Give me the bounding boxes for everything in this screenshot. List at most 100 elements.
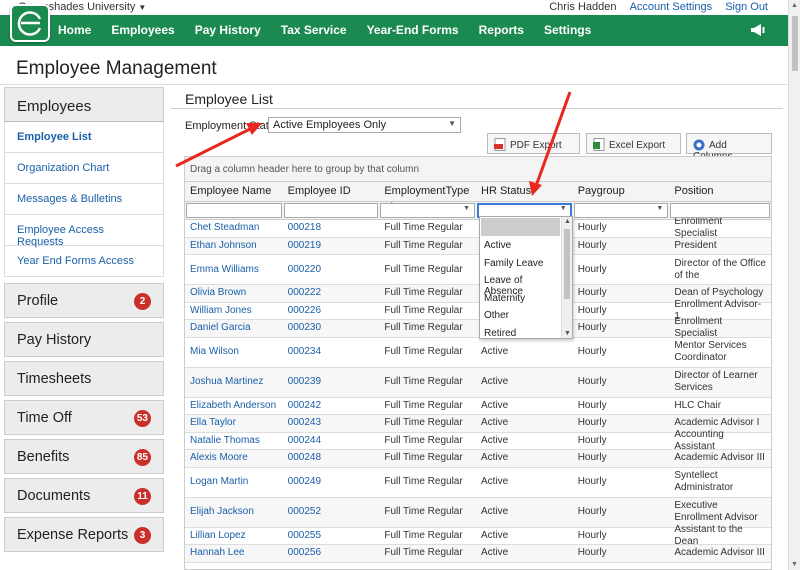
- table-row[interactable]: Daniel Garcia 000230 Full Time Regular Hour…: [185, 316, 771, 339]
- dropdown-scrollbar[interactable]: ▲ ▼: [561, 217, 572, 338]
- page-scrollbar[interactable]: ▲ ▼: [788, 0, 800, 570]
- employee-name-cell[interactable]: Ethan Johnson: [185, 238, 283, 255]
- chevron-down-icon[interactable]: ▼: [560, 205, 567, 212]
- scroll-down-icon[interactable]: ▼: [791, 561, 798, 568]
- megaphone-icon[interactable]: [750, 23, 766, 40]
- sidebar-section-documents[interactable]: Documents 11: [4, 478, 164, 513]
- employee-id-cell[interactable]: 000249: [283, 468, 380, 497]
- scroll-up-icon[interactable]: ▲: [791, 2, 798, 9]
- employee-id-cell[interactable]: 000244: [283, 433, 380, 450]
- nav-item-reports[interactable]: Reports: [479, 15, 524, 46]
- employee-id-cell[interactable]: 000248: [283, 450, 380, 467]
- employee-name-cell[interactable]: Hannah Lee: [185, 545, 283, 562]
- employee-name-cell[interactable]: Alexis Moore: [185, 450, 283, 467]
- nav-item-home[interactable]: Home: [58, 15, 91, 46]
- scrollbar-thumb[interactable]: [792, 16, 798, 71]
- nav-item-year-end-forms[interactable]: Year-End Forms: [367, 15, 459, 46]
- employee-name-cell[interactable]: Olivia Brown: [185, 285, 283, 302]
- table-row[interactable]: Logan Martin 000249 Full Time Regular Activ…: [185, 468, 771, 498]
- dropdown-option-maternity[interactable]: Maternity: [480, 290, 562, 308]
- chevron-down-icon[interactable]: ▼: [463, 205, 470, 212]
- sidebar-item-messages-bulletins[interactable]: Messages & Bulletins: [4, 184, 164, 215]
- table-row[interactable]: Natalie Thomas 000244 Full Time Regular Act…: [185, 429, 771, 452]
- employee-name-cell[interactable]: Ella Taylor: [185, 415, 283, 432]
- nav-item-pay-history[interactable]: Pay History: [195, 15, 261, 46]
- table-row[interactable]: Alexis Moore 000248 Full Time Regular Activ…: [185, 450, 771, 468]
- scroll-down-icon[interactable]: ▼: [564, 330, 571, 337]
- employee-name-cell[interactable]: Natalie Thomas: [185, 433, 283, 450]
- filter-position[interactable]: [670, 203, 771, 218]
- table-row[interactable]: Chet Steadman 000218 Full Time Regular Hour…: [185, 216, 771, 239]
- dropdown-option-other[interactable]: Other: [480, 307, 562, 325]
- employee-id-cell[interactable]: 000219: [283, 238, 380, 255]
- sidebar-section-employees[interactable]: Employees: [4, 87, 164, 122]
- employee-id-cell[interactable]: 000239: [283, 368, 380, 397]
- employee-id-cell[interactable]: 000243: [283, 415, 380, 432]
- dropdown-option-family-leave[interactable]: Family Leave: [480, 255, 562, 273]
- filter-employment-type[interactable]: [380, 203, 476, 218]
- column-header-employee-id[interactable]: Employee ID: [283, 182, 380, 201]
- employee-name-cell[interactable]: Joshua Martinez: [185, 368, 283, 397]
- employee-name-cell[interactable]: Daniel Garcia: [185, 320, 283, 337]
- employee-name-cell[interactable]: Logan Martin: [185, 468, 283, 497]
- nav-item-employees[interactable]: Employees: [111, 15, 174, 46]
- sidebar-item-year-end-forms-access[interactable]: Year End Forms Access: [4, 246, 164, 277]
- table-row[interactable]: Mia Wilson 000234 Full Time Regular Active H…: [185, 338, 771, 368]
- sidebar-item-organization-chart[interactable]: Organization Chart: [4, 153, 164, 184]
- employee-name-cell[interactable]: Elijah Jackson: [185, 498, 283, 527]
- table-row[interactable]: Emma Williams 000220 Full Time Regular Hour…: [185, 255, 771, 285]
- pdf-export-button[interactable]: PDF Export: [487, 133, 580, 154]
- employee-name-cell[interactable]: Lillian Lopez: [185, 528, 283, 545]
- employee-id-cell[interactable]: 000218: [283, 220, 380, 237]
- column-header-paygroup[interactable]: Paygroup: [573, 182, 670, 201]
- employee-id-cell[interactable]: 000230: [283, 320, 380, 337]
- dropdown-option-blank[interactable]: [481, 218, 560, 236]
- sidebar-section-time-off[interactable]: Time Off 53: [4, 400, 164, 435]
- sidebar-section-expense-reports[interactable]: Expense Reports 3: [4, 517, 164, 552]
- table-row[interactable]: Elizabeth Anderson 000242 Full Time Regula…: [185, 398, 771, 415]
- sidebar-item-employee-access-requests[interactable]: Employee Access Requests: [4, 215, 164, 248]
- table-row[interactable]: Ethan Johnson 000219 Full Time Regular Hour…: [185, 237, 771, 255]
- employee-id-cell[interactable]: 000222: [283, 285, 380, 302]
- column-header-employmenttype[interactable]: EmploymentType ▲: [379, 182, 476, 208]
- nav-item-tax-service[interactable]: Tax Service: [281, 15, 347, 46]
- dropdown-option-active[interactable]: Active: [480, 237, 562, 255]
- employee-name-cell[interactable]: Chet Steadman: [185, 220, 283, 237]
- dropdown-option-leave-of-absence[interactable]: Leave of Absence: [480, 272, 562, 297]
- account-settings-link[interactable]: Account Settings: [630, 1, 713, 13]
- excel-export-button[interactable]: Excel Export: [586, 133, 681, 154]
- employee-id-cell[interactable]: 000234: [283, 338, 380, 367]
- column-header-hr-status[interactable]: HR Status: [476, 182, 573, 201]
- employee-id-cell[interactable]: 000255: [283, 528, 380, 545]
- scroll-up-icon[interactable]: ▲: [564, 218, 571, 225]
- chevron-down-icon[interactable]: ▼: [656, 205, 663, 212]
- dropdown-option-retired[interactable]: Retired: [480, 325, 562, 343]
- employee-id-cell[interactable]: 000226: [283, 303, 380, 320]
- filter-paygroup[interactable]: [573, 203, 669, 218]
- sidebar-section-benefits[interactable]: Benefits 85: [4, 439, 164, 474]
- employee-id-cell[interactable]: 000256: [283, 545, 380, 562]
- filter-employee-name[interactable]: [186, 203, 282, 218]
- sign-out-link[interactable]: Sign Out: [725, 1, 768, 13]
- employee-name-cell[interactable]: Emma Williams: [185, 255, 283, 284]
- employee-id-cell[interactable]: 000242: [283, 398, 380, 415]
- sidebar-section-profile[interactable]: Profile 2: [4, 283, 164, 318]
- employee-name-cell[interactable]: Elizabeth Anderson: [185, 398, 283, 415]
- table-row[interactable]: Lillian Lopez 000255 Full Time Regular Acti…: [185, 524, 771, 547]
- sidebar-section-pay-history[interactable]: Pay History: [4, 322, 164, 357]
- add-columns-button[interactable]: Add Columns: [686, 133, 772, 162]
- employee-name-cell[interactable]: Mia Wilson: [185, 338, 283, 367]
- nav-item-settings[interactable]: Settings: [544, 15, 591, 46]
- column-header-employee-name[interactable]: Employee Name: [185, 182, 283, 201]
- employee-id-cell[interactable]: 000220: [283, 255, 380, 284]
- table-row[interactable]: Hannah Lee 000256 Full Time Regular Active H…: [185, 545, 771, 563]
- group-by-drop-zone[interactable]: Drag a column header here to group by th…: [185, 157, 771, 182]
- column-header-position[interactable]: Position: [669, 182, 771, 201]
- sidebar-section-timesheets[interactable]: Timesheets: [4, 361, 164, 396]
- employment-status-select[interactable]: Active Employees Only ▼: [268, 117, 461, 133]
- table-row[interactable]: Joshua Martinez 000239 Full Time Regular Ac…: [185, 367, 771, 398]
- filter-employee-id[interactable]: [283, 203, 379, 218]
- employee-name-cell[interactable]: William Jones: [185, 303, 283, 320]
- scrollbar-thumb[interactable]: [564, 229, 570, 299]
- sidebar-item-employee-list[interactable]: Employee List: [4, 122, 164, 153]
